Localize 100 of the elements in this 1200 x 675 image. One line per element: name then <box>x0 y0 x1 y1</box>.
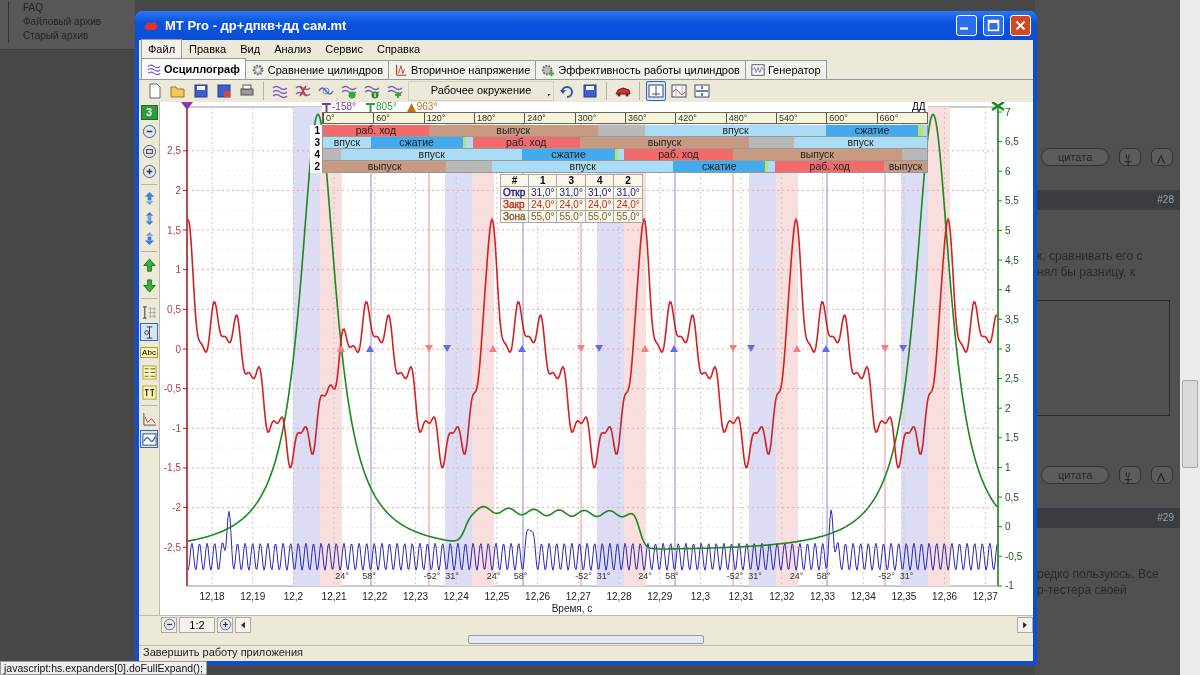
axis-label: 12,24 <box>443 591 469 602</box>
angle-label: 58° <box>362 571 376 581</box>
tab[interactable]: Осциллограф <box>141 58 246 79</box>
wave-info-icon <box>364 83 380 99</box>
axis-label: 3,5 <box>1005 313 1019 325</box>
triangle-marker <box>337 345 345 352</box>
scroll-right-button[interactable] <box>1017 616 1033 633</box>
axis-label: 12,32 <box>769 591 795 602</box>
side-toolbar-button[interactable] <box>140 142 158 160</box>
zoom-in-icon <box>141 163 157 179</box>
tab-icon <box>750 63 765 77</box>
side-toolbar-button[interactable] <box>140 323 158 341</box>
axis-label: 4,5 <box>1005 254 1019 266</box>
ruler-label: 480° <box>725 113 776 123</box>
zoom-in-button[interactable] <box>217 616 233 633</box>
close-button[interactable] <box>1010 15 1031 36</box>
tab-label[interactable]: Осциллограф <box>164 60 240 78</box>
axis-label: 2 <box>175 184 181 196</box>
channel-count-button[interactable]: 3 <box>140 105 158 120</box>
scroll-up-button[interactable] <box>1151 148 1174 166</box>
axis-label: 12,31 <box>728 591 754 602</box>
tab[interactable]: Сравнение цилиндров <box>244 60 389 79</box>
wave-x-icon <box>295 83 311 99</box>
toolbar-button[interactable] <box>646 81 666 101</box>
tab[interactable]: Генератор <box>744 60 827 79</box>
ruler-label: 660° <box>876 113 927 123</box>
tab-label[interactable]: Генератор <box>767 61 821 79</box>
table-cell: 31,0° <box>585 186 614 199</box>
phase-segment: раб. ход <box>323 125 429 136</box>
phase-segment: сжатие <box>826 125 918 136</box>
menu-item[interactable]: Справка <box>369 38 428 60</box>
axis-label: 0,5 <box>167 303 181 315</box>
axis-label: 2,5 <box>1005 373 1019 385</box>
menu-item[interactable]: Вид <box>233 38 268 60</box>
ruler-label: 60° <box>373 113 424 123</box>
phase-segment: сжатие <box>522 149 615 160</box>
phase-segment: выпуск <box>579 137 750 148</box>
side-toolbar-button[interactable] <box>140 383 158 401</box>
menu-item[interactable]: Правка <box>182 38 234 60</box>
side-toolbar-button[interactable] <box>140 276 158 294</box>
phase-segment: раб. ход <box>472 137 580 148</box>
tab-label[interactable]: Вторичное напряжение <box>411 61 531 79</box>
minimize-button[interactable] <box>956 15 977 36</box>
toolbar-button[interactable] <box>580 81 600 101</box>
table-cell: 24,0° <box>613 198 643 211</box>
axis-label: 2,5 <box>167 145 181 157</box>
maximize-button[interactable] <box>983 15 1004 36</box>
table-cell: 55,0° <box>528 210 557 223</box>
axis-label: 12,37 <box>972 591 998 602</box>
axis-label: 12,29 <box>647 591 673 602</box>
toolbar-button[interactable] <box>214 81 234 101</box>
axis-label: 12,22 <box>362 591 388 602</box>
maximize-icon <box>987 19 1000 32</box>
status-text: Завершить работу приложения <box>139 645 1033 661</box>
zoom-in-icon <box>218 618 232 631</box>
scrollbar-thumb[interactable] <box>1182 380 1198 468</box>
side-toolbar-button[interactable] <box>140 256 158 274</box>
phase-segment: сжатие <box>673 161 766 172</box>
phase-segment: сжатие <box>370 137 463 148</box>
close-icon <box>1014 19 1027 32</box>
cursor-marker-icon <box>990 102 1006 112</box>
toolbar-button[interactable] <box>191 81 211 101</box>
scrollbar-thumb[interactable] <box>468 634 704 644</box>
table-cell: 24,0° <box>585 198 614 211</box>
ruler-label: 540° <box>775 113 827 123</box>
axis-label: 0,5 <box>1005 491 1019 503</box>
column-header: # <box>500 174 529 187</box>
tab-icon <box>394 63 408 77</box>
browser-scrollbar[interactable] <box>1180 0 1200 675</box>
tab-label[interactable]: Сравнение цилиндров <box>267 61 383 79</box>
cursor-readout: 805° <box>376 102 397 112</box>
axis-label: 12,35 <box>891 591 917 602</box>
menu-item[interactable]: Анализ <box>267 38 319 60</box>
toolbar-button[interactable] <box>669 81 689 101</box>
channel-label: ДД <box>912 102 926 112</box>
new-icon <box>147 83 163 99</box>
axis-label: 12,28 <box>606 591 632 602</box>
menu-item[interactable]: Сервис <box>318 38 370 60</box>
column-header: 1 <box>528 174 557 187</box>
tab[interactable]: Вторичное напряжение <box>388 60 537 79</box>
toolbar-button[interactable] <box>692 81 712 101</box>
axis-label: 12,23 <box>403 591 428 602</box>
side-toolbar-button[interactable] <box>140 430 158 448</box>
scroll-up-button[interactable] <box>1151 466 1174 484</box>
phase-segment: впуск <box>492 161 674 172</box>
environment-dropdown[interactable]: Рабочее окружение <box>408 81 554 101</box>
column-header: 2 <box>613 174 643 187</box>
axis-label: 6 <box>1005 165 1011 177</box>
wave-icon <box>272 83 288 99</box>
cursor-marker-icon <box>181 102 193 110</box>
axis-label: 12,2 <box>283 591 304 602</box>
tab-label[interactable]: Эффективность работы цилиндров <box>558 61 740 79</box>
row-label: Откр <box>500 186 529 199</box>
triangle-marker <box>518 345 526 352</box>
scroll-left-button[interactable] <box>235 616 251 633</box>
axis-label: 12,34 <box>850 591 876 602</box>
zoom-out-button[interactable] <box>161 616 177 633</box>
column-header: 3 <box>556 174 586 187</box>
side-toolbar-button[interactable] <box>140 162 158 180</box>
tab[interactable]: Эффективность работы цилиндров <box>535 60 746 79</box>
